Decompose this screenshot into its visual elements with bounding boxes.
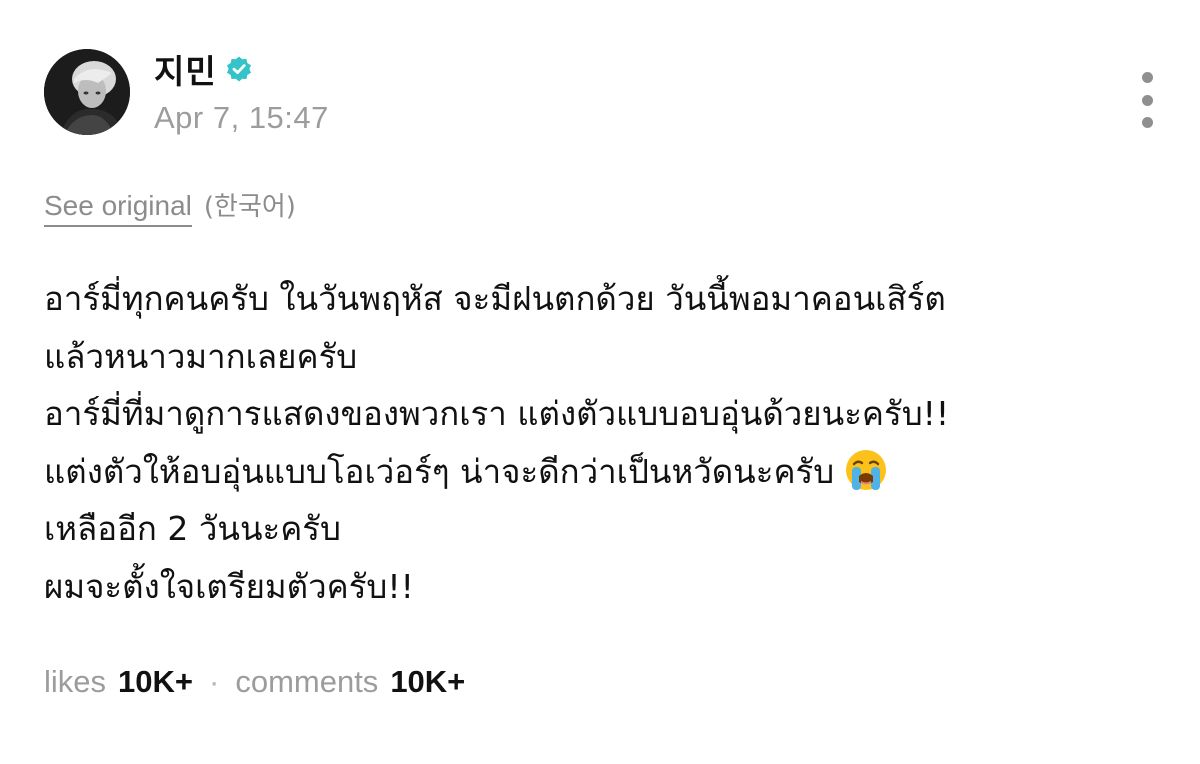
translation-row: See original (한국어) bbox=[44, 186, 296, 227]
post-timestamp: Apr 7, 15:47 bbox=[154, 100, 329, 135]
post-text-line-with-emoji: แต่งตัวให้อบอุ่นแบบโอเว่อร์ๆ น่าจะดีกว่า… bbox=[44, 443, 1164, 501]
post-text-line: อาร์มี่ที่มาดูการแสดงของพวกเรา แต่งตัวแบ… bbox=[44, 394, 950, 433]
author-block: 지민 Apr 7, 15:47 bbox=[154, 48, 329, 136]
see-original-link[interactable]: See original bbox=[44, 190, 192, 227]
avatar[interactable] bbox=[44, 49, 130, 135]
likes-label[interactable]: likes bbox=[44, 664, 106, 700]
more-dot-icon bbox=[1141, 117, 1153, 128]
post-text-line: แต่งตัวให้อบอุ่นแบบโอเว่อร์ๆ น่าจะดีกว่า… bbox=[44, 451, 835, 491]
avatar-image bbox=[44, 49, 130, 135]
verified-badge-icon bbox=[225, 55, 253, 83]
more-dot-icon bbox=[1141, 72, 1153, 83]
more-dot-icon bbox=[1141, 94, 1153, 106]
post-body: อาร์มี่ทุกคนครับ ในวันพฤหัส จะมีฝนตกด้วย… bbox=[44, 270, 1164, 615]
post-text-line: อาร์มี่ทุกคนครับ ในวันพฤหัส จะมีฝนตกด้วย… bbox=[44, 279, 946, 318]
author-name-row: 지민 bbox=[154, 45, 329, 93]
likes-count[interactable]: 10K+ bbox=[118, 664, 193, 700]
post-stats: likes 10K+ · comments 10K+ bbox=[44, 664, 465, 700]
post-text-line: ผมจะตั้งใจเตรียมตัวครับ!! bbox=[44, 566, 414, 606]
source-language-label: (한국어) bbox=[203, 192, 296, 222]
comments-count[interactable]: 10K+ bbox=[390, 664, 465, 700]
loudly-crying-face-icon bbox=[844, 448, 888, 492]
stats-separator: · bbox=[209, 664, 220, 699]
more-options-button[interactable] bbox=[1130, 72, 1164, 128]
post-text-line: แล้วหนาวมากเลยครับ bbox=[44, 336, 358, 376]
comments-label[interactable]: comments bbox=[235, 664, 378, 700]
author-name[interactable]: 지민 bbox=[154, 45, 217, 93]
post-text-line: เหลืออีก 2 วันนะครับ bbox=[44, 509, 341, 548]
post-header: 지민 Apr 7, 15:47 bbox=[44, 47, 329, 137]
